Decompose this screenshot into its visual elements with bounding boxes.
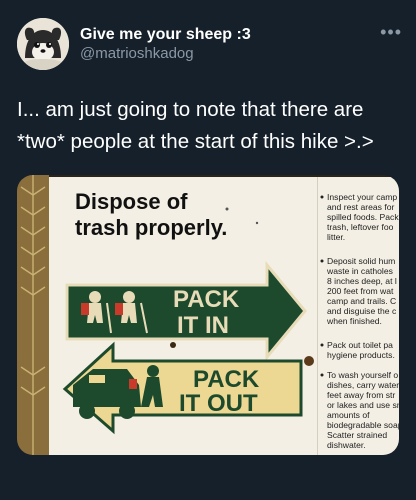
tip-line: dishes, carry water bbox=[327, 380, 399, 390]
tip-line: Pack out toilet pa bbox=[327, 340, 393, 350]
tip-line: Scatter strained bbox=[327, 430, 387, 440]
tweet-photo[interactable]: Dispose of trash properly. PACK IT IN PA… bbox=[17, 175, 399, 455]
tip-line: waste in catholes bbox=[326, 266, 393, 276]
tip-line: trash, leftover foo bbox=[327, 222, 394, 232]
tip-line: hygiene products. bbox=[327, 350, 395, 360]
pack-out-line2: IT OUT bbox=[179, 390, 258, 417]
tip-line: when finished. bbox=[326, 316, 382, 326]
pack-in-line1: PACK bbox=[173, 286, 240, 313]
tip-line: feet away from str bbox=[327, 390, 395, 400]
sign-heading-line1: Dispose of bbox=[75, 189, 188, 214]
tip-line: dishwater. bbox=[327, 440, 366, 450]
tip-line: and disguise the c bbox=[327, 306, 397, 316]
avatar-dog-illustration bbox=[17, 18, 69, 70]
tip-line: litter. bbox=[327, 232, 345, 242]
trail-sign-photo: Dispose of trash properly. PACK IT IN PA… bbox=[17, 175, 399, 455]
tip-line: 8 inches deep, at l bbox=[327, 276, 397, 286]
tip-line: amounts of bbox=[327, 410, 370, 420]
sign-heading-line2: trash properly. bbox=[75, 215, 227, 240]
tip-line: or lakes and use sm bbox=[327, 400, 399, 410]
tip-line: biodegradable soap bbox=[327, 420, 399, 430]
tip-line: Inspect your camp bbox=[327, 192, 397, 202]
tip-line: Deposit solid hum bbox=[327, 256, 395, 266]
tip-line: To wash yourself o bbox=[327, 370, 398, 380]
ellipsis-icon[interactable]: ••• bbox=[380, 22, 402, 43]
tip-line: and rest areas for bbox=[327, 202, 394, 212]
avatar[interactable] bbox=[17, 18, 69, 70]
tip-line: camp and trails. C bbox=[327, 296, 396, 306]
pack-out-line1: PACK bbox=[193, 366, 260, 393]
tweet: Give me your sheep :3 @matrioshkadog •••… bbox=[0, 0, 416, 500]
tip-line: 200 feet from wat bbox=[327, 286, 394, 296]
pack-in-line2: IT IN bbox=[177, 312, 229, 339]
display-name[interactable]: Give me your sheep :3 bbox=[80, 26, 251, 44]
tip-line: spilled foods. Pack bbox=[327, 212, 399, 222]
user-handle[interactable]: @matrioshkadog bbox=[80, 45, 194, 62]
tweet-text: I... am just going to note that there ar… bbox=[17, 98, 374, 153]
